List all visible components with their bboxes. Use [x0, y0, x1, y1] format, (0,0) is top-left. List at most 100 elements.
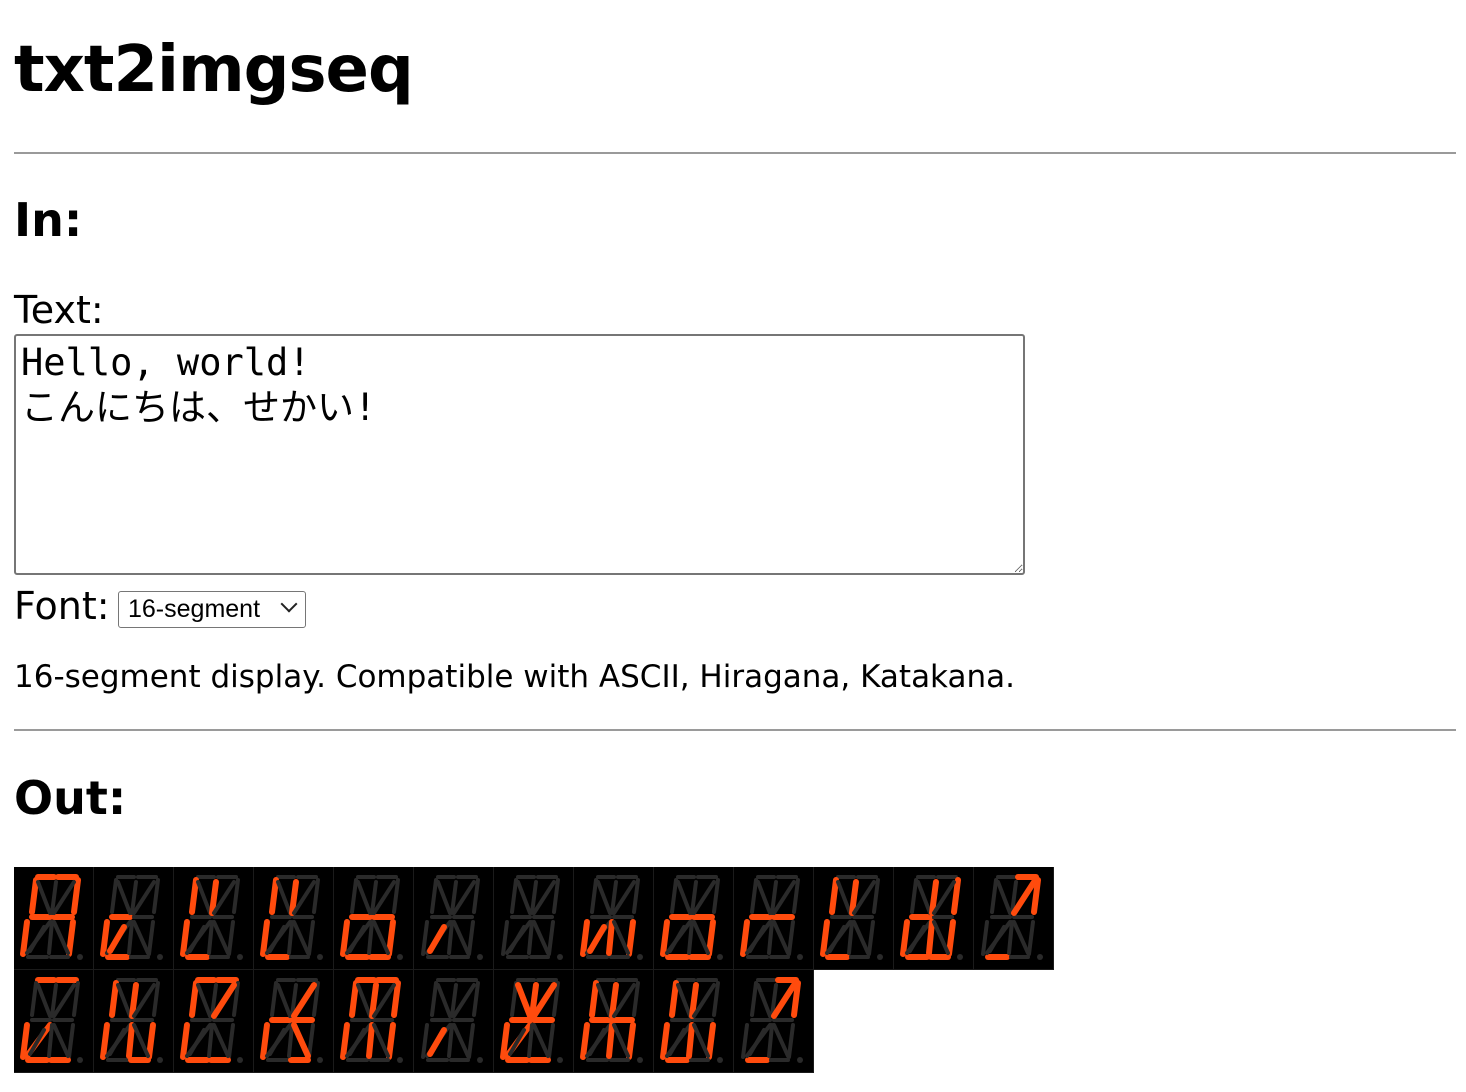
segment-f — [590, 878, 598, 914]
segment-b — [312, 878, 320, 914]
segment-e — [421, 1023, 429, 1059]
segment-e — [900, 919, 910, 957]
segment-n — [508, 925, 526, 953]
segment-f — [510, 981, 518, 1017]
font-label: Font: — [14, 584, 110, 628]
segment-m — [452, 920, 470, 955]
segment-f — [430, 981, 438, 1017]
segment-c — [146, 1022, 156, 1060]
segment-m — [212, 1023, 230, 1058]
segment-e — [20, 919, 30, 957]
segment-m — [292, 920, 310, 955]
segment-b — [392, 878, 400, 914]
segment-h — [116, 983, 132, 1018]
segment-dp — [717, 1057, 723, 1063]
segment-c — [1027, 920, 1035, 956]
segment-n — [188, 925, 206, 953]
segment-f — [110, 878, 118, 914]
segment-h — [36, 983, 52, 1018]
segment-c — [547, 1023, 555, 1059]
output-row-1 — [14, 867, 1054, 970]
segment-n — [508, 1028, 526, 1056]
segment-l — [126, 1022, 135, 1059]
segment-h — [516, 880, 532, 915]
segment-c — [626, 1022, 636, 1060]
segment-cell — [494, 867, 574, 970]
segment-dp — [557, 954, 563, 960]
segment-dp — [717, 954, 723, 960]
segment-n — [188, 1028, 206, 1056]
segment-f — [829, 877, 839, 915]
segment-dp — [957, 954, 963, 960]
segment-l — [366, 1022, 375, 1059]
segment-c — [227, 1023, 235, 1059]
segment-b — [152, 878, 160, 914]
segment-dp — [797, 1057, 803, 1063]
segment-dp — [797, 954, 803, 960]
segment-b — [951, 877, 961, 915]
font-description: 16-segment display. Compatible with ASCI… — [14, 659, 1015, 695]
segment-h — [515, 982, 533, 1019]
segment-l — [926, 919, 935, 956]
segment-dp — [237, 954, 243, 960]
segment-f — [109, 980, 119, 1018]
segment-b — [72, 981, 80, 1017]
segment-n — [107, 924, 127, 954]
segment-n — [908, 925, 926, 953]
segment-b — [472, 981, 480, 1017]
segment-cell — [734, 970, 814, 1073]
segment-l — [447, 920, 454, 955]
segment-c — [626, 919, 636, 957]
segment-e — [981, 920, 989, 956]
segment-dp — [397, 1057, 403, 1063]
segment-l — [527, 920, 534, 955]
segment-c — [467, 920, 475, 956]
segment-cell — [14, 970, 94, 1073]
segment-n — [28, 925, 46, 953]
segment-f — [990, 878, 998, 914]
segment-f — [910, 878, 918, 914]
segment-e — [740, 919, 750, 957]
segment-c — [67, 1023, 75, 1059]
segment-l — [1007, 920, 1014, 955]
segment-e — [100, 1022, 110, 1060]
segment-e — [100, 919, 110, 957]
segment-b — [472, 878, 480, 914]
segment-h — [276, 983, 292, 1018]
segment-cell — [94, 867, 174, 970]
segment-m — [692, 1023, 710, 1058]
divider-top — [14, 152, 1456, 154]
input-heading: In: — [14, 193, 83, 247]
segment-dp — [877, 954, 883, 960]
segment-e — [180, 919, 190, 957]
segment-c — [547, 920, 555, 956]
segment-m — [452, 1023, 470, 1058]
segment-e — [260, 1022, 270, 1060]
segment-cell — [974, 867, 1054, 970]
segment-h — [116, 880, 132, 915]
segment-m — [772, 920, 790, 955]
segment-m — [532, 920, 550, 955]
segment-m — [132, 1023, 150, 1058]
segment-e — [741, 1023, 749, 1059]
segment-b — [792, 878, 800, 914]
segment-h — [356, 983, 372, 1018]
segment-f — [670, 878, 678, 914]
segment-c — [867, 920, 875, 956]
segment-e — [501, 920, 509, 956]
segment-e — [260, 919, 270, 957]
segment-h — [836, 880, 852, 915]
segment-dp — [157, 954, 163, 960]
segment-m — [612, 1023, 630, 1058]
segment-dp — [77, 1057, 83, 1063]
font-select[interactable]: 16-segment — [118, 591, 306, 628]
text-input[interactable]: Hello, world! こんにちは、せかい! — [14, 334, 1025, 575]
segment-cell — [654, 970, 734, 1073]
segment-cell — [254, 867, 334, 970]
segment-f — [269, 877, 279, 915]
output-heading: Out: — [14, 771, 127, 825]
segment-n — [348, 925, 366, 953]
segment-m — [52, 1023, 70, 1058]
segment-n — [268, 1028, 286, 1056]
segment-m — [52, 920, 70, 955]
